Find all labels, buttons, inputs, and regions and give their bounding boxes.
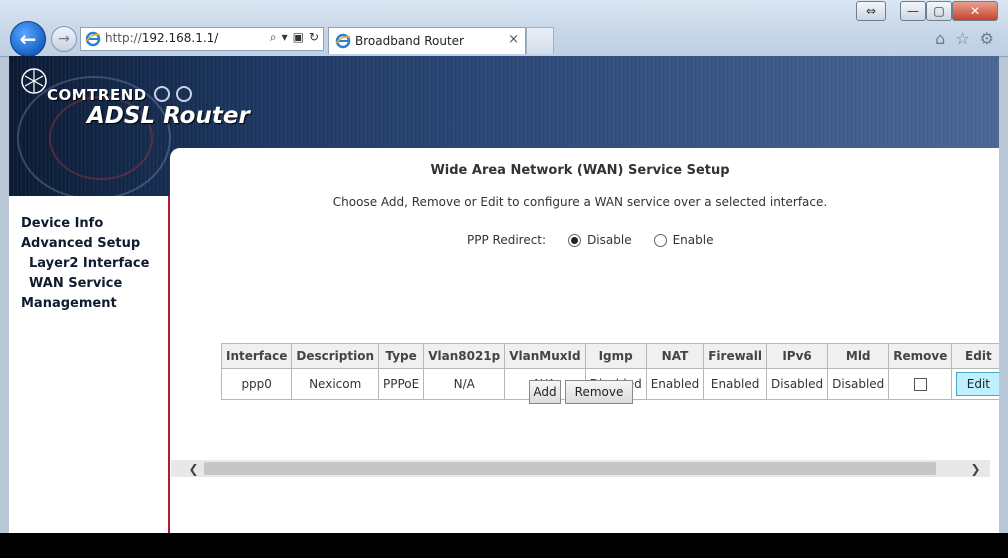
sidebar-border bbox=[168, 196, 170, 533]
cell-edit: Edit bbox=[951, 368, 999, 400]
sidebar-item-advanced-setup[interactable]: Advanced Setup bbox=[21, 234, 149, 254]
col-header-firewall: Firewall bbox=[703, 343, 767, 369]
sidebar-item-wan-service[interactable]: WAN Service bbox=[21, 274, 149, 294]
cell-mld: Disabled bbox=[827, 368, 890, 400]
sidebar-item-device-info[interactable]: Device Info bbox=[21, 214, 149, 234]
cell-ipv6: Disabled bbox=[765, 368, 829, 400]
cell-nat: Enabled bbox=[645, 368, 705, 400]
scrollbar-thumb[interactable] bbox=[204, 462, 936, 475]
col-header-remove: Remove bbox=[888, 343, 953, 369]
ppp-redirect-enable-radio[interactable] bbox=[653, 233, 667, 247]
cell-type: PPPoE bbox=[377, 368, 425, 400]
ppp-redirect-disable-radio[interactable] bbox=[568, 233, 582, 247]
col-header-interface: Interface bbox=[220, 343, 293, 369]
sidebar-item-management[interactable]: Management bbox=[21, 294, 149, 314]
scroll-left-icon[interactable]: ❮ bbox=[185, 460, 202, 477]
ie-icon bbox=[85, 31, 101, 47]
back-arrow-icon: ← bbox=[19, 27, 37, 51]
sidebar-menu: Device Info Advanced Setup Layer2 Interf… bbox=[21, 214, 149, 314]
dropdown-icon[interactable]: ▾ bbox=[282, 30, 288, 45]
table-header-row: Interface Description Type Vlan8021p Vla… bbox=[220, 343, 999, 369]
browser-chrome: ← → http://192.168.1.1/ ⌕ ▾ ▣ ↻ Broadban… bbox=[0, 0, 1008, 57]
horizontal-scrollbar[interactable]: ❮ ❯ bbox=[171, 460, 990, 477]
cell-description: Nexicom bbox=[291, 368, 379, 400]
refresh-icon[interactable]: ↻ bbox=[309, 30, 319, 45]
edit-button[interactable]: Edit bbox=[956, 372, 999, 396]
page-title: Wide Area Network (WAN) Service Setup bbox=[430, 163, 730, 178]
settings-gear-icon[interactable]: ⚙ bbox=[980, 29, 994, 48]
maximize-button[interactable]: ▢ bbox=[926, 1, 952, 21]
back-button[interactable]: ← bbox=[10, 21, 46, 57]
cell-firewall: Enabled bbox=[703, 368, 767, 400]
col-header-edit: Edit bbox=[951, 343, 999, 369]
col-header-vlanmuxid: VlanMuxId bbox=[504, 343, 586, 369]
remove-checkbox[interactable] bbox=[913, 378, 927, 391]
brand-name: COMTREND bbox=[47, 86, 147, 104]
col-header-description: Description bbox=[291, 343, 379, 369]
favorites-star-icon[interactable]: ☆ bbox=[955, 29, 969, 48]
search-icon[interactable]: ⌕ bbox=[270, 30, 277, 45]
ppp-redirect-group: PPP Redirect: Disable Enable bbox=[467, 233, 713, 247]
forward-arrow-icon: → bbox=[58, 31, 70, 47]
url-text: http://192.168.1.1/ bbox=[105, 31, 219, 45]
cell-interface: ppp0 bbox=[220, 368, 293, 400]
ie-icon bbox=[335, 33, 351, 49]
col-header-ipv6: IPv6 bbox=[765, 343, 829, 369]
close-window-button[interactable]: ✕ bbox=[952, 1, 998, 21]
cell-remove bbox=[888, 368, 953, 400]
ppp-redirect-label: PPP Redirect: bbox=[467, 233, 547, 247]
scroll-right-icon[interactable]: ❯ bbox=[967, 460, 984, 477]
minimize-button[interactable]: — bbox=[900, 1, 926, 21]
ppp-redirect-disable-label: Disable bbox=[587, 233, 632, 247]
snap-button[interactable]: ⇔ bbox=[856, 1, 886, 21]
forward-button[interactable]: → bbox=[51, 26, 77, 52]
tab-broadband-router[interactable]: Broadband Router × bbox=[328, 27, 526, 54]
ppp-redirect-enable-label: Enable bbox=[672, 233, 714, 247]
remove-button[interactable]: Remove bbox=[565, 380, 633, 404]
cell-vlan8021p: N/A bbox=[423, 368, 506, 400]
add-button[interactable]: Add bbox=[529, 380, 561, 404]
col-header-mld: Mld bbox=[827, 343, 890, 369]
address-bar[interactable]: http://192.168.1.1/ ⌕ ▾ ▣ ↻ bbox=[80, 27, 324, 51]
sidebar-item-layer2-interface[interactable]: Layer2 Interface bbox=[21, 254, 149, 274]
col-header-type: Type bbox=[377, 343, 425, 369]
compatibility-icon[interactable]: ▣ bbox=[293, 30, 304, 45]
comtrend-logo-icon bbox=[21, 68, 47, 94]
col-header-nat: NAT bbox=[645, 343, 705, 369]
instructions-text: Choose Add, Remove or Edit to configure … bbox=[332, 195, 828, 209]
close-tab-icon[interactable]: × bbox=[508, 32, 519, 47]
col-header-vlan8021p: Vlan8021p bbox=[423, 343, 506, 369]
new-tab-button[interactable] bbox=[526, 27, 554, 54]
product-name: ADSL Router bbox=[87, 103, 250, 129]
tab-title: Broadband Router bbox=[355, 34, 464, 48]
col-header-igmp: Igmp bbox=[584, 343, 647, 369]
home-icon[interactable]: ⌂ bbox=[935, 29, 945, 48]
status-strip bbox=[0, 533, 1008, 558]
brand-dots bbox=[154, 86, 192, 102]
